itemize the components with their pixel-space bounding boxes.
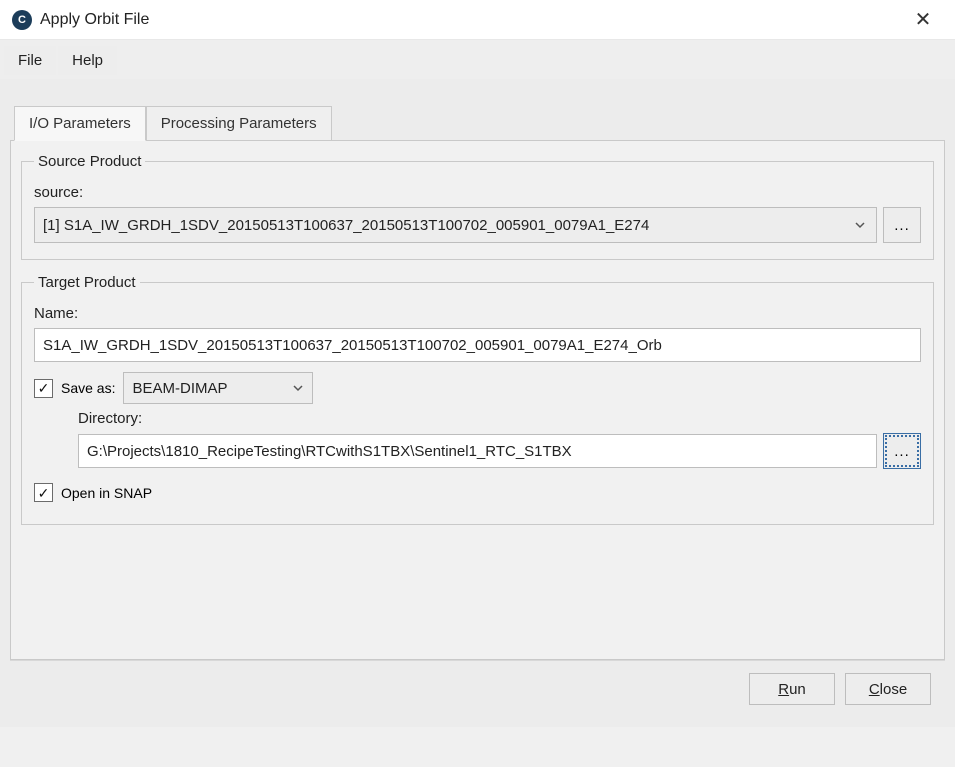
chevron-down-icon [854, 219, 866, 231]
saveas-checkbox[interactable] [34, 379, 53, 398]
window-title: Apply Orbit File [40, 11, 903, 29]
target-name-input[interactable] [34, 328, 921, 362]
close-icon[interactable]: ✕ [903, 0, 943, 40]
tabpanel-io: Source Product source: [1] S1A_IW_GRDH_1… [10, 140, 945, 660]
content-area: I/O Parameters Processing Parameters Sou… [0, 79, 955, 727]
source-product-legend: Source Product [34, 153, 145, 170]
source-label: source: [34, 184, 921, 201]
source-browse-button[interactable]: ... [883, 207, 921, 243]
directory-label: Directory: [78, 410, 921, 427]
run-button[interactable]: Run [749, 673, 835, 705]
source-product-group: Source Product source: [1] S1A_IW_GRDH_1… [21, 153, 934, 260]
target-product-legend: Target Product [34, 274, 140, 291]
close-button[interactable]: Close [845, 673, 931, 705]
source-product-value: [1] S1A_IW_GRDH_1SDV_20150513T100637_201… [43, 217, 649, 234]
open-in-snap-label: Open in SNAP [61, 485, 152, 501]
titlebar: Apply Orbit File ✕ [0, 0, 955, 40]
open-in-snap-checkbox[interactable] [34, 483, 53, 502]
tab-io-parameters[interactable]: I/O Parameters [14, 106, 146, 141]
menubar: File Help [0, 40, 955, 79]
saveas-format-value: BEAM-DIMAP [132, 380, 227, 397]
directory-input[interactable] [78, 434, 877, 468]
target-product-group: Target Product Name: Save as: BEAM-DIMAP… [21, 274, 934, 525]
tabbar: I/O Parameters Processing Parameters [14, 105, 945, 140]
saveas-label: Save as: [61, 380, 115, 396]
menu-file[interactable]: File [4, 46, 56, 75]
source-product-select[interactable]: [1] S1A_IW_GRDH_1SDV_20150513T100637_201… [34, 207, 877, 243]
target-name-label: Name: [34, 305, 921, 322]
app-icon [12, 10, 32, 30]
chevron-down-icon [292, 382, 304, 394]
saveas-format-select[interactable]: BEAM-DIMAP [123, 372, 313, 404]
directory-browse-button[interactable]: ... [883, 433, 921, 469]
footer: Run Close [10, 660, 945, 717]
tab-processing-parameters[interactable]: Processing Parameters [146, 106, 332, 141]
menu-help[interactable]: Help [58, 46, 117, 75]
